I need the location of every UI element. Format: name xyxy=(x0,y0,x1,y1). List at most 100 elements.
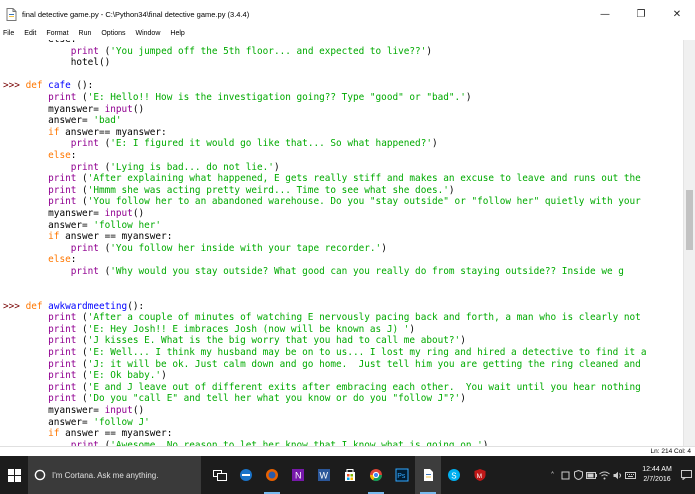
code-text: ( xyxy=(76,335,88,347)
code-line: myanswer= input() xyxy=(3,405,646,417)
taskbar-store[interactable] xyxy=(337,456,363,494)
code-keyword: if xyxy=(48,126,60,138)
skype-icon: S xyxy=(448,469,460,481)
code-text: ( xyxy=(98,138,111,150)
code-text: ( xyxy=(98,45,111,57)
menu-run[interactable]: Run xyxy=(74,28,97,40)
task-view-icon xyxy=(213,469,227,481)
minimize-button[interactable]: — xyxy=(587,0,623,28)
chevron-up-icon[interactable]: ˄ xyxy=(546,456,559,494)
taskbar-photoshop[interactable]: Ps xyxy=(389,456,415,494)
code-line: print ('After explaining what happened, … xyxy=(3,173,646,185)
menu-help[interactable]: Help xyxy=(165,28,189,40)
code-line: >>> def cafe (): xyxy=(3,80,646,92)
code-text: : xyxy=(70,149,77,161)
code-builtin: print xyxy=(70,265,99,277)
code-keyword: else xyxy=(48,254,71,266)
code-line: print ('Why would you stay outside? What… xyxy=(3,266,646,278)
menu-edit[interactable]: Edit xyxy=(19,28,41,40)
action-center-button[interactable] xyxy=(677,456,695,494)
code-builtin: input xyxy=(104,405,133,416)
code-builtin: print xyxy=(48,323,77,335)
code-line: print ('E and J leave out of different e… xyxy=(3,382,646,394)
code-line: print ('You follow her to an abandoned w… xyxy=(3,196,646,208)
code-string: 'E: Hey Josh!! E imbraces Josh (now will… xyxy=(87,323,410,335)
menu-options[interactable]: Options xyxy=(96,28,130,40)
code-string: 'E: I figured it would go like that... S… xyxy=(110,138,432,150)
code-text: : xyxy=(70,254,77,266)
start-button[interactable] xyxy=(0,456,28,494)
svg-text:W: W xyxy=(320,471,329,481)
menu-bar: File Edit Format Run Options Window Help xyxy=(0,28,695,40)
taskbar-firefox[interactable] xyxy=(259,456,285,494)
battery-icon[interactable] xyxy=(585,456,598,494)
firefox-icon xyxy=(266,469,278,481)
taskbar-word[interactable]: W xyxy=(311,456,337,494)
scrollbar-thumb[interactable] xyxy=(686,190,693,250)
menu-file[interactable]: File xyxy=(0,28,19,40)
menu-format[interactable]: Format xyxy=(41,28,73,40)
code-keyword: if xyxy=(48,428,60,440)
code-text: ) xyxy=(273,161,280,173)
window-controls: — ❐ ✕ xyxy=(587,0,695,28)
code-text: ) xyxy=(161,370,167,382)
taskbar-mcafee[interactable]: M xyxy=(467,456,493,494)
idle-document-icon xyxy=(424,469,433,481)
close-button[interactable]: ✕ xyxy=(659,0,695,28)
tray-shield-icon[interactable] xyxy=(572,456,585,494)
tray-app-icon[interactable] xyxy=(559,456,572,494)
status-bar: Ln: 214 Col: 4 xyxy=(0,446,695,456)
code-text: (): xyxy=(127,300,145,312)
keyboard-icon[interactable] xyxy=(624,456,637,494)
taskbar-chrome[interactable] xyxy=(363,456,389,494)
code-line: answer= 'follow J' xyxy=(3,417,646,429)
taskbar-onenote[interactable]: N xyxy=(285,456,311,494)
code-text: ( xyxy=(76,173,88,185)
code-builtin: print xyxy=(48,312,77,324)
code-line: myanswer= input() xyxy=(3,208,646,220)
code-text: ( xyxy=(76,393,88,405)
taskbar-idle[interactable] xyxy=(415,456,441,494)
svg-text:Ps: Ps xyxy=(397,473,406,480)
code-keyword: def xyxy=(25,300,43,312)
code-string: 'Do you "call E" and tell her what you k… xyxy=(87,393,461,405)
code-line: print ('After a couple of minutes of wat… xyxy=(3,312,646,324)
code-string: 'follow J' xyxy=(93,416,150,428)
code-text: answer= xyxy=(3,416,94,428)
code-builtin: print xyxy=(70,242,99,254)
title-bar: final detective game.py - C:\Python34\fi… xyxy=(0,0,695,28)
chrome-icon xyxy=(370,469,382,482)
code-text: answer == myanswer: xyxy=(59,428,173,440)
code-string: 'E and J leave out of different exits af… xyxy=(87,381,641,393)
taskbar-skype[interactable]: S xyxy=(441,456,467,494)
code-string: 'You follow her to an abandoned warehous… xyxy=(87,196,641,208)
code-string: 'You follow her inside with your tape re… xyxy=(110,242,382,254)
maximize-button[interactable]: ❐ xyxy=(623,0,659,28)
menu-window[interactable]: Window xyxy=(130,28,165,40)
wifi-icon[interactable] xyxy=(598,456,611,494)
code-string: 'After a couple of minutes of watching E… xyxy=(87,312,641,324)
code-text: ( xyxy=(76,370,88,382)
code-line: if answer== myanswer: xyxy=(3,127,646,139)
taskbar-clock[interactable]: 12:44 AM 2/7/2016 xyxy=(637,465,677,485)
code-text: myanswer= xyxy=(3,207,105,219)
vertical-scrollbar[interactable] xyxy=(683,40,695,446)
volume-icon[interactable] xyxy=(611,456,624,494)
code-editor[interactable]: else: print ('You jumped off the 5th flo… xyxy=(0,40,683,446)
code-line: else: xyxy=(3,254,646,266)
code-line: if answer == myanswer: xyxy=(3,231,646,243)
task-view-button[interactable] xyxy=(207,456,233,494)
taskbar-edge[interactable] xyxy=(233,456,259,494)
cortana-search-box[interactable]: I'm Cortana. Ask me anything. xyxy=(28,456,201,494)
store-icon xyxy=(345,469,355,481)
